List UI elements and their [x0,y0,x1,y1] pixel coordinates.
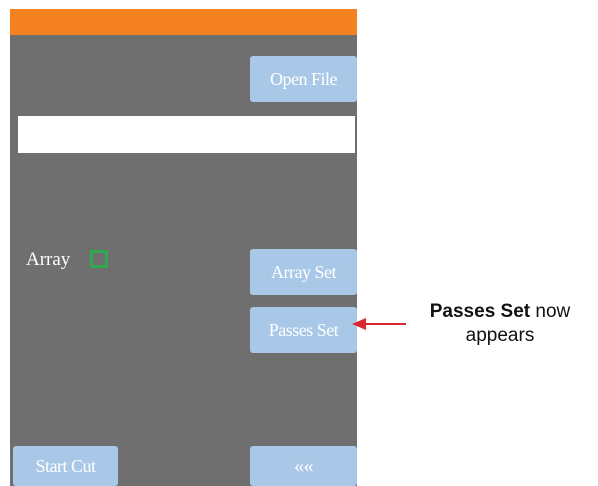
open-file-button[interactable]: Open File [250,56,357,102]
array-set-button[interactable]: Array Set [250,249,357,295]
callout-rest-text: now [530,301,571,322]
array-checkbox[interactable] [90,250,108,268]
start-cut-button[interactable]: Start Cut [13,446,118,486]
arrow-left-icon [352,318,406,330]
callout-text: Passes Set now appears [406,300,594,348]
callout-bold-text: Passes Set [429,301,531,322]
passes-set-button[interactable]: Passes Set [250,307,357,353]
page: Open File Array Array Set Passes Set Sta… [0,0,598,486]
back-button[interactable]: «« [250,446,357,486]
callout-line-2: appears [465,325,535,346]
file-path-field[interactable] [18,116,355,153]
double-chevron-left-icon: «« [294,454,314,477]
array-label: Array [26,249,71,270]
top-bar [10,9,357,35]
device-screen: Open File Array Array Set Passes Set Sta… [10,9,357,486]
callout-line-1: Passes Set now [406,300,594,324]
